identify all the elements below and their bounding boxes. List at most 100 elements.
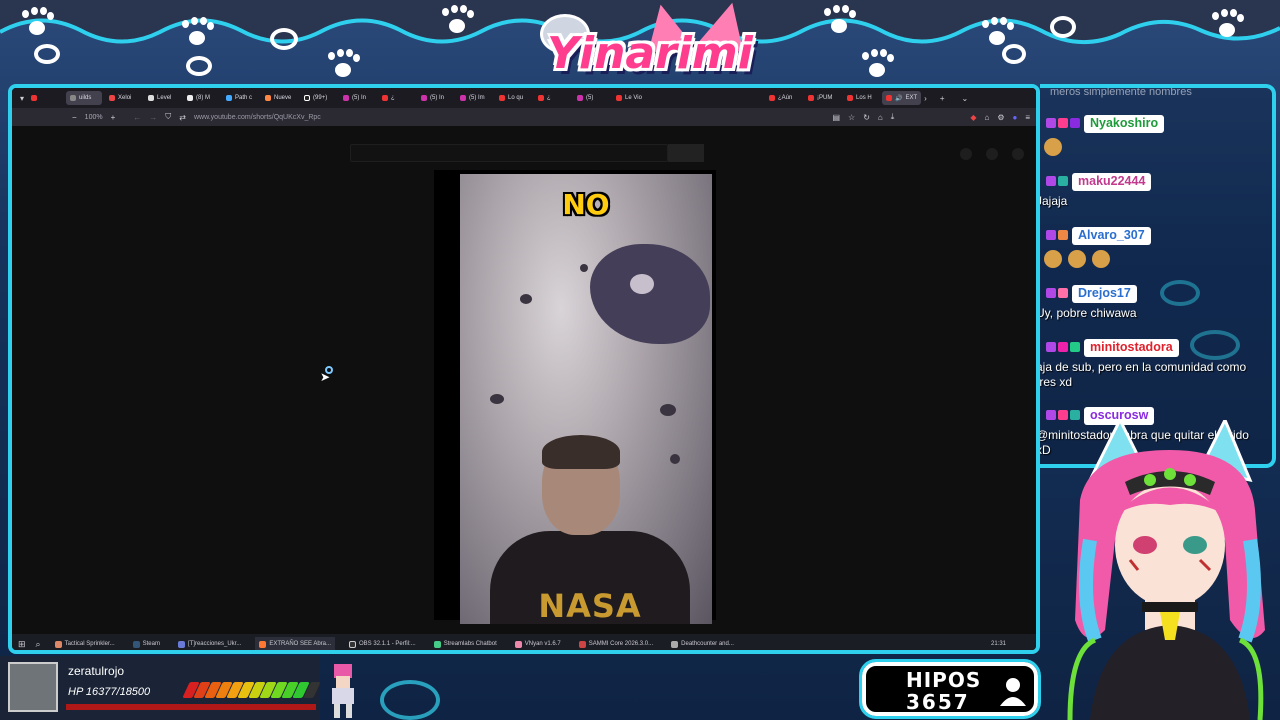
download-icon[interactable]: ⤓: [891, 112, 895, 122]
plus-icon[interactable]: +: [111, 113, 116, 122]
video-person: NASA: [490, 435, 690, 624]
shorts-video[interactable]: NO NASA: [460, 174, 712, 624]
tab[interactable]: Los H: [843, 91, 879, 105]
tab-scroll-right-icon[interactable]: ›: [924, 94, 927, 103]
url-input[interactable]: www.youtube.com/shorts/QqUKcXv_Rpc: [194, 114, 321, 121]
tab-favicon: [70, 95, 77, 101]
tab-list-icon[interactable]: ▾: [20, 94, 24, 103]
taskbar-item-active[interactable]: EXTRAÑO SEE Abra...: [255, 637, 336, 650]
search-icon[interactable]: ⌕: [36, 639, 41, 650]
taskbar-item[interactable]: Streamlabs Chatbot: [430, 637, 501, 650]
notifications-icon[interactable]: [986, 148, 998, 160]
tab[interactable]: Level: [144, 91, 180, 105]
paw-icon: [860, 52, 894, 82]
tab-favicon: [886, 95, 893, 101]
windows-start-icon[interactable]: ⊞: [18, 639, 26, 650]
tab[interactable]: (99+): [300, 91, 336, 105]
minus-icon[interactable]: −: [72, 113, 77, 122]
chat-username[interactable]: Alvaro_307: [1072, 227, 1151, 245]
taskbar-item[interactable]: OBS 32.1.1 - Perfil:...: [345, 637, 420, 650]
taskbar-clock[interactable]: 21:31: [991, 641, 1006, 647]
tab-favicon: [460, 95, 467, 101]
chat-emote: [1044, 138, 1062, 156]
shield-icon[interactable]: ⛉: [165, 112, 171, 122]
windows-taskbar: ⊞ ⌕ Tactical Sprinkler... Steam [T]reacc…: [12, 634, 1036, 650]
sub-badge-icon: [1046, 410, 1056, 420]
ring-decoration: [270, 28, 298, 50]
tab[interactable]: (5) In: [339, 91, 375, 105]
zoom-level[interactable]: 100%: [85, 114, 103, 121]
taskbar-item[interactable]: [T]reacciones_Ukr...: [174, 637, 245, 650]
paw-icon: [440, 8, 474, 38]
back-icon[interactable]: ←: [133, 113, 141, 122]
chat-username[interactable]: minitostadora: [1084, 339, 1179, 357]
tab[interactable]: [27, 91, 63, 105]
create-icon[interactable]: [960, 148, 972, 160]
search-button[interactable]: [668, 144, 704, 162]
video-speck: [490, 394, 504, 404]
tab[interactable]: Nueve: [261, 91, 297, 105]
taskbar-item[interactable]: VNyan v1.6.7: [511, 637, 565, 650]
tab[interactable]: Path c: [222, 91, 258, 105]
tab[interactable]: (5) In: [417, 91, 453, 105]
reader-icon[interactable]: ▤: [832, 113, 840, 122]
taskbar-item[interactable]: Deathcounter and...: [667, 637, 738, 650]
tab[interactable]: Xeloi: [105, 91, 141, 105]
app-icon: [54, 640, 62, 648]
tab[interactable]: uilds: [66, 91, 103, 105]
chat-text: Uy, pobre chiwawa: [1040, 306, 1137, 320]
player-hp-text: HP 16377/18500: [68, 686, 151, 698]
paw-badge-icon: [1070, 342, 1080, 352]
chat-emote: [1044, 250, 1062, 268]
taskbar-item[interactable]: Tactical Sprinkler...: [51, 637, 119, 650]
chevron-down-icon[interactable]: ⌄: [962, 94, 969, 103]
chat-emote: [1092, 250, 1110, 268]
firefox-icon: [259, 640, 267, 648]
menu-icon[interactable]: ≡: [1025, 113, 1030, 122]
gear-icon[interactable]: ⚙: [997, 113, 1004, 122]
tracking-icon[interactable]: ⇄: [179, 113, 186, 122]
video-speck: [660, 404, 676, 416]
avatar[interactable]: [1012, 148, 1024, 160]
tab-favicon: [31, 95, 38, 101]
gem-badge-icon: [1058, 176, 1068, 186]
tab[interactable]: Lo qu: [495, 91, 531, 105]
gift-badge-icon: [1058, 230, 1068, 240]
taskbar-item[interactable]: SAMMI Core 2026.3.0...: [575, 637, 657, 650]
home-icon[interactable]: ⌂: [878, 113, 883, 122]
tab-favicon: [148, 95, 155, 101]
forward-icon[interactable]: →: [149, 113, 157, 122]
vnyan-icon: [514, 640, 522, 648]
chat-username[interactable]: maku22444: [1072, 173, 1152, 191]
extension-icon[interactable]: ◆: [970, 113, 976, 122]
tab[interactable]: ¡PUM: [804, 91, 840, 105]
player-hp-widget: zeratulrojo HP 16377/18500: [0, 656, 321, 720]
tab[interactable]: (8) M: [183, 91, 219, 105]
tab-active[interactable]: 🔊 EXT: [882, 91, 922, 105]
tab-favicon: [265, 95, 272, 101]
channel-logo: Yinarimi: [530, 0, 770, 116]
paw-icon: [822, 8, 856, 38]
chat-badges: [1046, 410, 1080, 420]
tab-favicon: [226, 95, 233, 101]
gem-badge-icon: [1070, 118, 1080, 128]
search-input[interactable]: [350, 144, 668, 162]
bookmark-icon[interactable]: ☆: [848, 113, 855, 122]
tab[interactable]: (5) Im: [456, 91, 492, 105]
tab-favicon: [421, 95, 428, 101]
taskbar-item[interactable]: Steam: [129, 637, 164, 650]
paw-badge-icon: [1058, 288, 1068, 298]
chat-username[interactable]: Drejos17: [1072, 285, 1137, 303]
tab[interactable]: ¿Aún: [765, 91, 801, 105]
tab[interactable]: ¿: [378, 91, 414, 105]
profile-icon[interactable]: ●: [1012, 113, 1017, 122]
new-tab-icon[interactable]: +: [940, 94, 945, 103]
person-icon: [1000, 678, 1026, 706]
speaker-icon[interactable]: 🔊: [895, 95, 902, 102]
sub-badge-icon: [1046, 118, 1056, 128]
chat-username[interactable]: Nyakoshiro: [1084, 115, 1165, 133]
lock-icon[interactable]: ⌂: [984, 113, 989, 122]
reload-icon[interactable]: ↻: [863, 113, 870, 122]
player-name: zeratulrojo: [68, 664, 125, 678]
tab-favicon: [382, 95, 389, 101]
